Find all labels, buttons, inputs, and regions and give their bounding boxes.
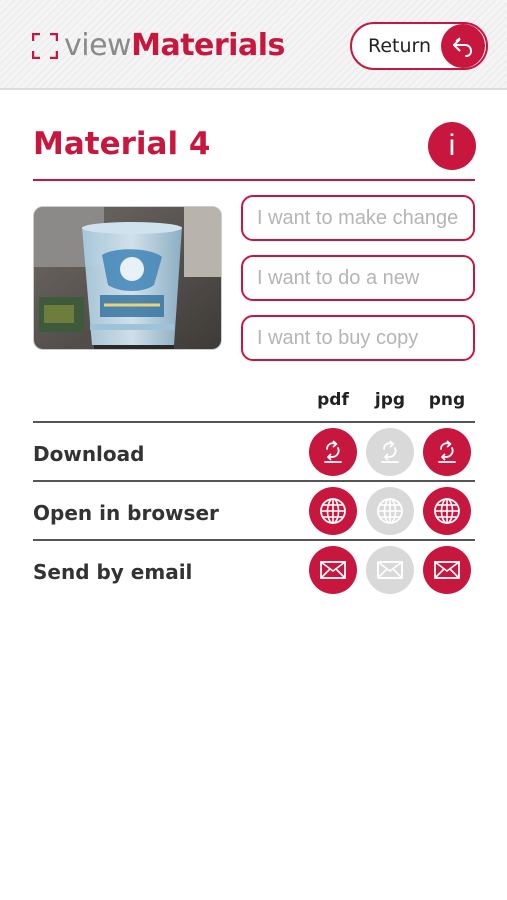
globe-icon <box>320 498 346 524</box>
email-pdf-button[interactable] <box>309 546 357 594</box>
globe-icon <box>377 498 403 524</box>
material-title: Material 4 <box>33 126 211 162</box>
app-logo: view Materials <box>32 26 285 66</box>
open-pdf-button[interactable] <box>309 487 357 535</box>
material-thumbnail[interactable] <box>33 206 222 350</box>
row-label-send-by-email: Send by email <box>33 560 193 584</box>
globe-icon <box>434 498 460 524</box>
frame-icon <box>32 33 58 59</box>
open-png-button[interactable] <box>423 487 471 535</box>
envelope-icon <box>377 561 403 579</box>
download-icon <box>324 440 342 463</box>
column-header-jpg: jpg <box>374 390 406 410</box>
row-label-download: Download <box>33 442 145 466</box>
return-button[interactable]: Return <box>350 22 488 70</box>
request-changes-field[interactable] <box>241 195 475 241</box>
request-new-field[interactable] <box>241 255 475 301</box>
envelope-icon <box>320 561 346 579</box>
request-buy-copy-field[interactable] <box>241 315 475 361</box>
download-pdf-button[interactable] <box>309 428 357 476</box>
email-png-button[interactable] <box>423 546 471 594</box>
download-icon <box>438 440 456 463</box>
app-header: view Materials Return <box>0 0 507 90</box>
column-header-png: png <box>428 390 466 410</box>
logo-text-materials: Materials <box>131 28 285 63</box>
open-jpg-button <box>366 487 414 535</box>
download-icon <box>381 440 399 463</box>
column-header-pdf: pdf <box>317 390 349 410</box>
logo-text-view: view <box>64 28 132 63</box>
glass-photo <box>34 207 221 349</box>
info-button[interactable]: i <box>428 122 476 170</box>
row-divider <box>33 480 475 482</box>
return-arrow-icon <box>441 24 485 68</box>
email-jpg-button <box>366 546 414 594</box>
download-png-button[interactable] <box>423 428 471 476</box>
row-divider <box>33 539 475 541</box>
envelope-icon <box>434 561 460 579</box>
row-divider <box>33 421 475 423</box>
download-jpg-button <box>366 428 414 476</box>
row-label-open-in-browser: Open in browser <box>33 501 219 525</box>
return-label: Return <box>368 35 432 57</box>
title-divider <box>33 179 475 181</box>
